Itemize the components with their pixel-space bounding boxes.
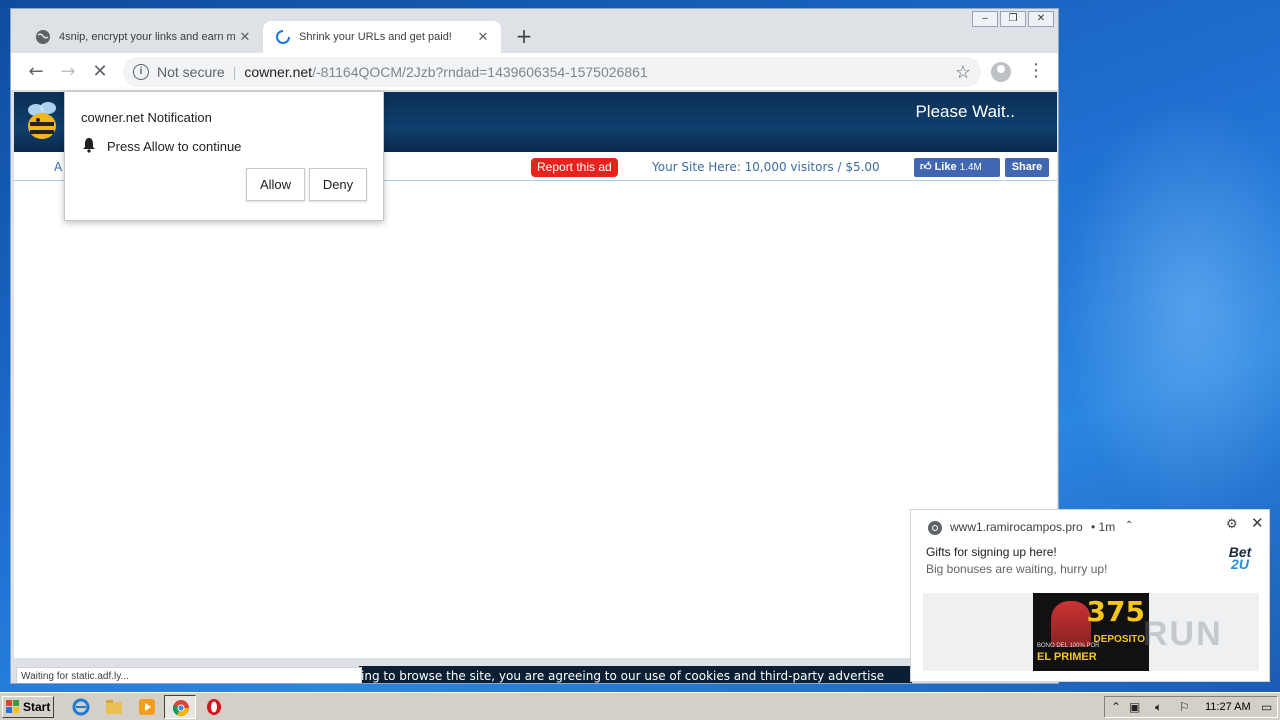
tab-close-icon[interactable]: ✕ [475, 29, 491, 45]
ad-number: 375 [1086, 595, 1145, 628]
notification-permission-prompt: cowner.net Notification Press Allow to c… [64, 91, 384, 221]
internet-explorer-icon[interactable] [72, 698, 90, 716]
facebook-share-button[interactable]: Share [1005, 158, 1049, 177]
allow-button[interactable]: Allow [246, 168, 305, 201]
loading-spinner-icon [276, 30, 290, 44]
gear-icon[interactable]: ⚙ [1226, 516, 1238, 532]
volume-icon[interactable]: 🔈︎ [1155, 700, 1162, 715]
bee-logo-icon [28, 102, 56, 139]
watermark: RUN [1143, 615, 1223, 653]
toast-body: Big bonuses are waiting, hurry up! [926, 562, 1108, 576]
prompt-title: cowner.net Notification [81, 110, 212, 125]
url-host: cowner.net [244, 64, 313, 80]
chrome-icon [172, 700, 190, 717]
taskbar: Start ⌃ ▣ 🔈︎ ⚐ 11:27 AM ▭ [0, 692, 1280, 720]
bet2u-logo: Bet 2U [1223, 545, 1257, 571]
back-button[interactable]: ← [23, 59, 49, 85]
fb-like-label: Like [934, 161, 957, 173]
start-label: Start [23, 700, 51, 714]
ad-deposit: DEPOSITO [1093, 634, 1146, 645]
tab-strip: 4snip, encrypt your links and earn m ✕ S… [11, 9, 1058, 53]
toast-time-value: 1m [1098, 520, 1116, 534]
omnibox-separator: | [232, 64, 237, 80]
tab-close-icon[interactable]: ✕ [237, 29, 253, 45]
bookmark-star-icon[interactable]: ☆ [955, 62, 971, 83]
chevron-up-icon[interactable]: ⌃ [1125, 520, 1133, 531]
cookie-banner: ing to browse the site, you are agreeing… [359, 666, 912, 683]
close-icon[interactable]: ✕ [1251, 514, 1264, 532]
media-player-icon[interactable] [138, 698, 156, 716]
action-center-flag-icon[interactable]: ⚐ [1179, 700, 1190, 714]
security-label: Not secure [157, 64, 225, 80]
tab-title: 4snip, encrypt your links and earn m [59, 31, 236, 43]
bell-icon [83, 138, 95, 153]
tab-shrink-urls[interactable]: Shrink your URLs and get paid! ✕ [263, 21, 501, 53]
toast-source: www1.ramirocampos.pro [950, 520, 1083, 534]
show-desktop-icon[interactable]: ▭ [1261, 700, 1272, 714]
address-bar[interactable]: i Not secure | cowner.net/-81164QOCM/2Jz… [123, 57, 981, 87]
clock[interactable]: 11:27 AM [1205, 701, 1251, 713]
globe-icon [36, 30, 50, 44]
new-tab-button[interactable]: + [511, 23, 537, 49]
ad-line1: BONO DEL 100% POR [1037, 643, 1100, 649]
opera-icon[interactable] [205, 698, 223, 716]
windows-logo-icon [6, 700, 19, 713]
prompt-message: Press Allow to continue [107, 139, 242, 154]
profile-avatar-icon[interactable] [991, 62, 1011, 82]
desktop-glow [1060, 100, 1280, 520]
ad-figure [1051, 601, 1091, 647]
desktop-notification-toast[interactable]: www1.ramirocampos.pro • 1m ⌃ ⚙ ✕ Gifts f… [910, 509, 1270, 682]
browser-menu-icon[interactable]: ⋮ [1027, 59, 1045, 85]
stop-loading-button[interactable]: ✕ [87, 59, 113, 85]
folder-icon[interactable] [105, 698, 123, 716]
tray-expand-icon[interactable]: ⌃ [1111, 700, 1121, 714]
fb-like-count: 1.4M [959, 162, 982, 173]
toast-title: Gifts for signing up here! [926, 545, 1057, 559]
adbar-left-text[interactable]: A [54, 160, 62, 174]
chrome-icon [928, 521, 942, 535]
network-icon[interactable]: ▣ [1129, 700, 1140, 714]
tab-4snip[interactable]: 4snip, encrypt your links and earn m ✕ [23, 21, 263, 53]
ad-image: 375 DEPOSITO BONO DEL 100% POR EL PRIMER [1033, 593, 1149, 671]
please-wait-text: Please Wait.. [915, 102, 1015, 121]
your-site-link[interactable]: Your Site Here: 10,000 visitors / $5.00 [652, 160, 880, 174]
status-bubble: Waiting for static.adf.ly... [16, 667, 362, 683]
ad-line2: EL PRIMER [1037, 651, 1097, 663]
facebook-like-button[interactable]: 👍︎ Like 1.4M [914, 158, 1000, 177]
start-button[interactable]: Start [2, 696, 54, 718]
tab-title: Shrink your URLs and get paid! [299, 31, 452, 43]
chrome-taskbar-button[interactable] [164, 695, 196, 719]
toast-time: • 1m [1091, 520, 1116, 534]
thumbs-up-icon: 👍︎ [920, 161, 932, 173]
url-path: /-81164QOCM/2Jzb?rndad=1439606354-157502… [312, 64, 648, 80]
toast-image-area: 375 DEPOSITO BONO DEL 100% POR EL PRIMER… [923, 593, 1259, 671]
report-ad-button[interactable]: Report this ad [531, 158, 618, 177]
info-icon[interactable]: i [133, 64, 149, 80]
deny-button[interactable]: Deny [309, 168, 367, 201]
browser-toolbar: ← → ✕ i Not secure | cowner.net/-81164QO… [11, 53, 1058, 91]
forward-button[interactable]: → [55, 59, 81, 85]
system-tray: ⌃ ▣ 🔈︎ ⚐ 11:27 AM ▭ [1104, 696, 1278, 718]
